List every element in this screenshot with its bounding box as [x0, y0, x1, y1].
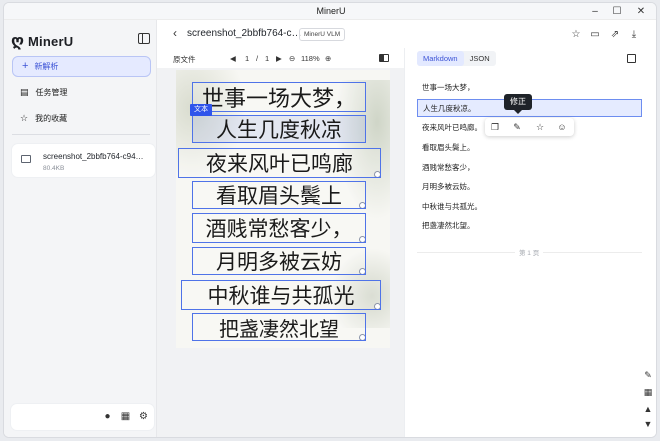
- edit-icon[interactable]: ✎: [512, 122, 522, 132]
- ocr-text-line: 中秋谁与共孤光: [207, 284, 355, 308]
- viewer-toolbar: 原文件 ◀ 1 / 1 ▶ ⊖ 118% ⊕: [157, 48, 404, 68]
- maximize-icon[interactable]: ☐: [609, 5, 625, 18]
- resize-handle[interactable]: [374, 171, 380, 177]
- tab-markdown[interactable]: Markdown: [417, 51, 464, 66]
- page-separator-label: 第 1 页: [417, 247, 642, 257]
- sidebar-collapse-icon[interactable]: [138, 33, 150, 44]
- app-window: MinerU – ☐ ✕ ღ MinerU + 新解析 ▤ 任务管理 ☆ 我的收…: [3, 2, 657, 438]
- model-tag: MinerU VLM: [299, 28, 346, 41]
- line-action-toolbar: ❐ ✎ ☆ ☺: [485, 118, 574, 136]
- original-file-label: 原文件: [173, 55, 196, 64]
- new-parse-label: 新解析: [34, 62, 59, 71]
- sidebar-item-tasks[interactable]: ▤ 任务管理: [12, 82, 151, 102]
- layout-block-text[interactable]: 月明多被云妨: [192, 247, 366, 275]
- sidebar-item-label: 我的收藏: [35, 113, 68, 123]
- sidebar-item-favorites[interactable]: ☆ 我的收藏: [12, 108, 151, 128]
- ocr-text-line: 人生几度秋凉: [216, 118, 342, 142]
- next-page-icon[interactable]: ▶: [276, 54, 282, 63]
- resize-handle[interactable]: [359, 236, 365, 242]
- star-icon[interactable]: ☆: [535, 122, 545, 132]
- ocr-text-line: 看取眉头鬓上: [216, 184, 342, 208]
- download-icon[interactable]: ⤓: [628, 28, 640, 40]
- new-parse-button[interactable]: + 新解析: [12, 56, 151, 77]
- mineru-logo-icon: ღ: [11, 33, 25, 50]
- split-view-icon[interactable]: [379, 54, 389, 62]
- github-icon[interactable]: ●: [102, 411, 113, 422]
- star-icon: ☆: [20, 112, 29, 123]
- zoom-out-icon[interactable]: ⊖: [289, 54, 295, 63]
- resize-handle[interactable]: [359, 334, 365, 340]
- document-header: ‹ screenshot_2bbfb764-c… MinerU VLM ☆ ▭ …: [157, 20, 656, 48]
- document-title: screenshot_2bbfb764-c…: [187, 28, 302, 39]
- layout-block-text[interactable]: 酒贱常愁客少，: [192, 213, 366, 243]
- file-size: 80.4KB: [43, 165, 65, 172]
- block-type-tag: 文本: [190, 104, 212, 116]
- zoom-in-icon[interactable]: ⊕: [325, 54, 331, 63]
- settings-gear-icon[interactable]: ⚙: [138, 411, 149, 422]
- page-number-label: 第 1 页: [515, 247, 544, 257]
- markdown-line[interactable]: 看取眉头鬓上。: [417, 139, 642, 157]
- ocr-text-line: 月明多被云妨: [216, 250, 342, 274]
- layout-block-text-selected[interactable]: 人生几度秋凉: [192, 115, 366, 143]
- logo-text: MinerU: [28, 33, 74, 49]
- correct-tooltip: 修正: [504, 94, 532, 114]
- markdown-line[interactable]: 中秋谁与共孤光。: [417, 198, 642, 216]
- page-separator: /: [256, 54, 259, 63]
- resize-handle[interactable]: [374, 303, 380, 309]
- share-export-icon[interactable]: ⇗: [609, 28, 621, 40]
- favorite-star-icon[interactable]: ☆: [570, 28, 582, 40]
- page-current[interactable]: 1: [245, 54, 249, 63]
- ocr-text-line: 酒贱常愁客少，: [205, 217, 353, 241]
- markdown-line[interactable]: 月明多被云妨。: [417, 178, 642, 196]
- markdown-line[interactable]: 酒贱常愁客少，: [417, 159, 642, 177]
- minimize-icon[interactable]: –: [587, 5, 603, 18]
- resize-handle[interactable]: [359, 268, 365, 274]
- page-total: 1: [265, 54, 270, 63]
- copy-icon[interactable]: ❐: [490, 122, 500, 132]
- sidebar-divider: [12, 134, 150, 135]
- copy-all-icon[interactable]: [627, 54, 636, 63]
- thumbs-down-icon[interactable]: ▼: [642, 418, 654, 430]
- plus-icon: +: [22, 60, 29, 72]
- window-title: MinerU: [316, 6, 346, 16]
- markdown-line[interactable]: 把盏凄然北望。: [417, 217, 642, 235]
- layout-block-text[interactable]: 把盏凄然北望: [192, 313, 366, 341]
- open-folder-icon[interactable]: ▭: [589, 28, 601, 40]
- title-bar: MinerU – ☐ ✕: [4, 3, 656, 20]
- feedback-icon[interactable]: ☺: [557, 122, 567, 132]
- ocr-text-line: 世事一场大梦，: [201, 87, 356, 112]
- grid-icon[interactable]: ▦: [120, 411, 131, 422]
- document-icon: ▤: [20, 86, 29, 97]
- back-chevron-icon[interactable]: ‹: [173, 26, 177, 40]
- keyboard-icon[interactable]: ▦: [642, 386, 654, 398]
- logo: ღ MinerU: [11, 31, 73, 51]
- tab-json[interactable]: JSON: [464, 51, 496, 66]
- close-icon[interactable]: ✕: [633, 5, 649, 18]
- pen-tool-icon[interactable]: ✎: [642, 369, 654, 381]
- sidebar-item-label: 任务管理: [35, 87, 68, 97]
- document-viewer: 世事一场大梦， 人生几度秋凉 夜来风叶已鸣廊 看取眉头鬓上 酒贱常愁客少， 月明…: [157, 68, 404, 437]
- sidebar-footer: ● ▦ ⚙: [11, 404, 154, 430]
- file-list-item[interactable]: screenshot_2bbfb764-c94… 80.4KB: [12, 144, 155, 177]
- layout-block-text[interactable]: 世事一场大梦，: [192, 82, 366, 112]
- prev-page-icon[interactable]: ◀: [230, 54, 236, 63]
- layout-block-text[interactable]: 看取眉头鬓上: [192, 181, 366, 209]
- layout-block-text[interactable]: 夜来风叶已鸣廊: [178, 148, 381, 178]
- zoom-level: 118%: [301, 54, 320, 63]
- ocr-text-line: 夜来风叶已鸣廊: [206, 152, 353, 176]
- result-tabs: Markdown JSON: [417, 51, 496, 66]
- thumbs-up-icon[interactable]: ▲: [642, 403, 654, 415]
- sidebar: ღ MinerU + 新解析 ▤ 任务管理 ☆ 我的收藏 screenshot_…: [4, 20, 157, 437]
- image-file-icon: [21, 155, 31, 163]
- ocr-text-line: 把盏凄然北望: [219, 316, 339, 341]
- file-name: screenshot_2bbfb764-c94…: [43, 152, 144, 161]
- layout-block-text[interactable]: 中秋谁与共孤光: [181, 280, 381, 310]
- resize-handle[interactable]: [359, 202, 365, 208]
